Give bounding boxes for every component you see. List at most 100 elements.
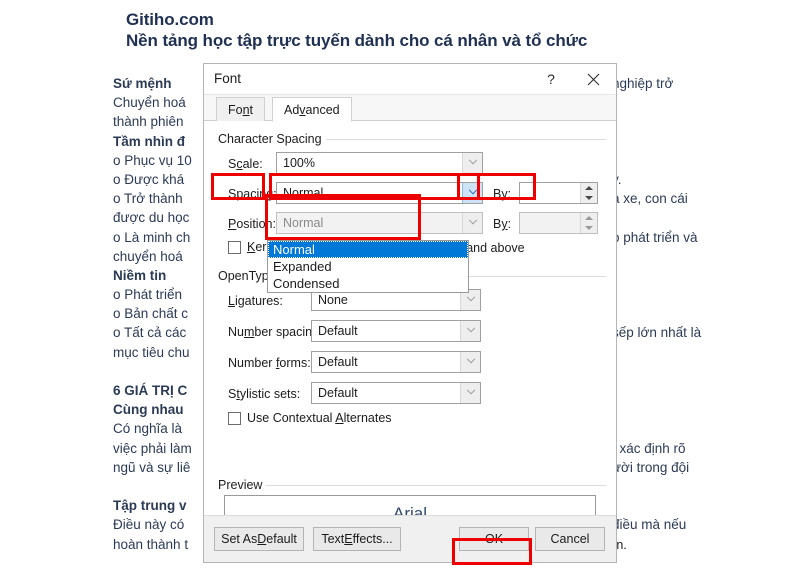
dialog-footer: Set As Default Text Effects... OK Cancel (204, 515, 616, 562)
contextual-alternates-checkbox[interactable] (228, 411, 241, 425)
font-dialog: Font ? Fo n t Ad v anced Character Spacing (203, 63, 627, 563)
contextual-alternates-label: Use Contextual Alternates (247, 411, 392, 425)
spacing-value: Normal (283, 186, 324, 200)
ok-button[interactable]: OK (459, 527, 529, 551)
number-spacing-label-accel: m (243, 325, 255, 339)
spacing-option-normal[interactable]: Normal (268, 241, 468, 258)
stepper-down-icon[interactable] (581, 193, 597, 203)
spacing-option-condensed[interactable]: Condensed (268, 275, 468, 292)
number-spacing-combobox[interactable]: Default (311, 320, 481, 342)
position-by-stepper[interactable] (580, 213, 597, 233)
chevron-down-icon[interactable] (462, 183, 482, 203)
spacing-by-spinner[interactable] (519, 182, 598, 204)
chevron-down-icon[interactable] (462, 153, 482, 173)
spacing-dropdown-list[interactable]: Normal Expanded Condensed (267, 240, 469, 293)
number-forms-value: Default (318, 355, 358, 369)
text-effects-pre: Text (321, 532, 345, 546)
stylistic-sets-value: Default (318, 386, 358, 400)
document-header-line2: Nền tảng học tập trực tuyến dành cho cá … (126, 31, 588, 50)
scale-value: 100% (283, 156, 315, 170)
cancel-button[interactable]: Cancel (535, 527, 605, 551)
document-line: o Tất cả các (113, 325, 187, 341)
number-forms-label-pre: Number (228, 356, 276, 370)
document-line: Điều này có (113, 517, 185, 533)
number-spacing-label-pre: Nu (228, 325, 244, 339)
document-line: ngũ và sự liê (113, 459, 191, 475)
tab-font[interactable]: Fo n t (216, 97, 266, 122)
set-as-default-pre: Set As (221, 532, 258, 546)
document-line: nghiệp trở (612, 76, 674, 91)
group-divider-line (216, 485, 606, 486)
tab-font-label-accel: n (242, 103, 250, 117)
close-icon[interactable] (574, 64, 612, 94)
opentype-features-group: OpenType Features Ligatures: None Number… (216, 269, 606, 425)
position-by-value (520, 213, 580, 233)
tab-font-label-pre: Fo (228, 103, 243, 117)
tab-font-label-post: t (249, 103, 254, 117)
document-right-column: nghiệp trở y. a xe, con cái o phát triển … (612, 74, 701, 573)
document-line: a xe, con cái (612, 191, 688, 207)
number-spacing-value: Default (318, 324, 358, 338)
document-line: o Phát triển (113, 287, 183, 303)
position-value: Normal (283, 216, 324, 230)
question-mark-icon[interactable]: ? (532, 64, 570, 94)
set-as-default-button[interactable]: Set As Default (214, 527, 304, 551)
dialog-body: Character Spacing Scale: 100% Spacing: N… (204, 121, 627, 552)
spacing-combobox[interactable]: Normal (276, 182, 483, 204)
chevron-down-icon[interactable] (462, 213, 482, 233)
tab-advanced-label-pre: Ad (284, 102, 300, 117)
document-line: được du học (113, 210, 190, 226)
spacing-by-stepper[interactable] (580, 183, 597, 203)
document-line: ười trong đội (612, 459, 690, 475)
contextual-alternates-pre: Use Contextual (247, 411, 336, 425)
stepper-down-icon[interactable] (581, 223, 597, 233)
text-effects-button[interactable]: Text Effects... (313, 527, 401, 551)
number-forms-combobox[interactable]: Default (311, 351, 481, 373)
document-line: Tầm nhìn đ (113, 133, 185, 149)
scale-combobox[interactable]: 100% (276, 152, 483, 174)
ligatures-label-post: igatures: (234, 294, 283, 308)
chevron-down-icon[interactable] (460, 321, 480, 341)
document-line: , xác định rõ (612, 440, 686, 456)
document-line: sếp lớn nhất là (612, 325, 702, 341)
document-line: Có nghĩa là (113, 421, 183, 437)
position-label-post: osition: (236, 217, 276, 231)
chevron-down-icon[interactable] (460, 352, 480, 372)
stepper-up-icon[interactable] (581, 183, 597, 193)
character-spacing-group-title: Character Spacing (216, 132, 326, 146)
document-line: Chuyển hoá (113, 95, 186, 111)
spacing-label-post: pacing: (236, 187, 277, 201)
dialog-titlebar: Font ? (204, 64, 616, 95)
document-line: o Là minh ch (113, 229, 191, 245)
document-line: Sứ mệnh (113, 76, 172, 91)
position-by-spinner[interactable] (519, 212, 598, 234)
document-line: Cùng nhau (113, 402, 184, 418)
position-by-label-post: : (507, 217, 512, 231)
stepper-up-icon[interactable] (581, 213, 597, 223)
tab-advanced[interactable]: Ad v anced (272, 97, 352, 122)
spacing-by-label-post: : (507, 187, 512, 201)
kerning-checkbox[interactable] (228, 240, 241, 254)
contextual-alternates-row[interactable]: Use Contextual Alternates (228, 411, 392, 425)
chevron-down-icon[interactable] (460, 383, 480, 403)
chevron-down-icon[interactable] (460, 290, 480, 310)
document-line: điều mà nếu (612, 517, 687, 533)
stylistic-sets-combobox[interactable]: Default (311, 382, 481, 404)
document-line: o phát triển và (612, 229, 698, 245)
document-line: việc phải làm (113, 440, 192, 456)
position-combobox[interactable]: Normal (276, 212, 483, 234)
spacing-label: Spacing: (228, 187, 277, 201)
document-line: o Bản chất c (113, 306, 189, 322)
spacing-option-expanded[interactable]: Expanded (268, 258, 468, 275)
number-forms-label: Number forms: (228, 356, 311, 370)
document-line: hoàn thành t (113, 536, 189, 552)
